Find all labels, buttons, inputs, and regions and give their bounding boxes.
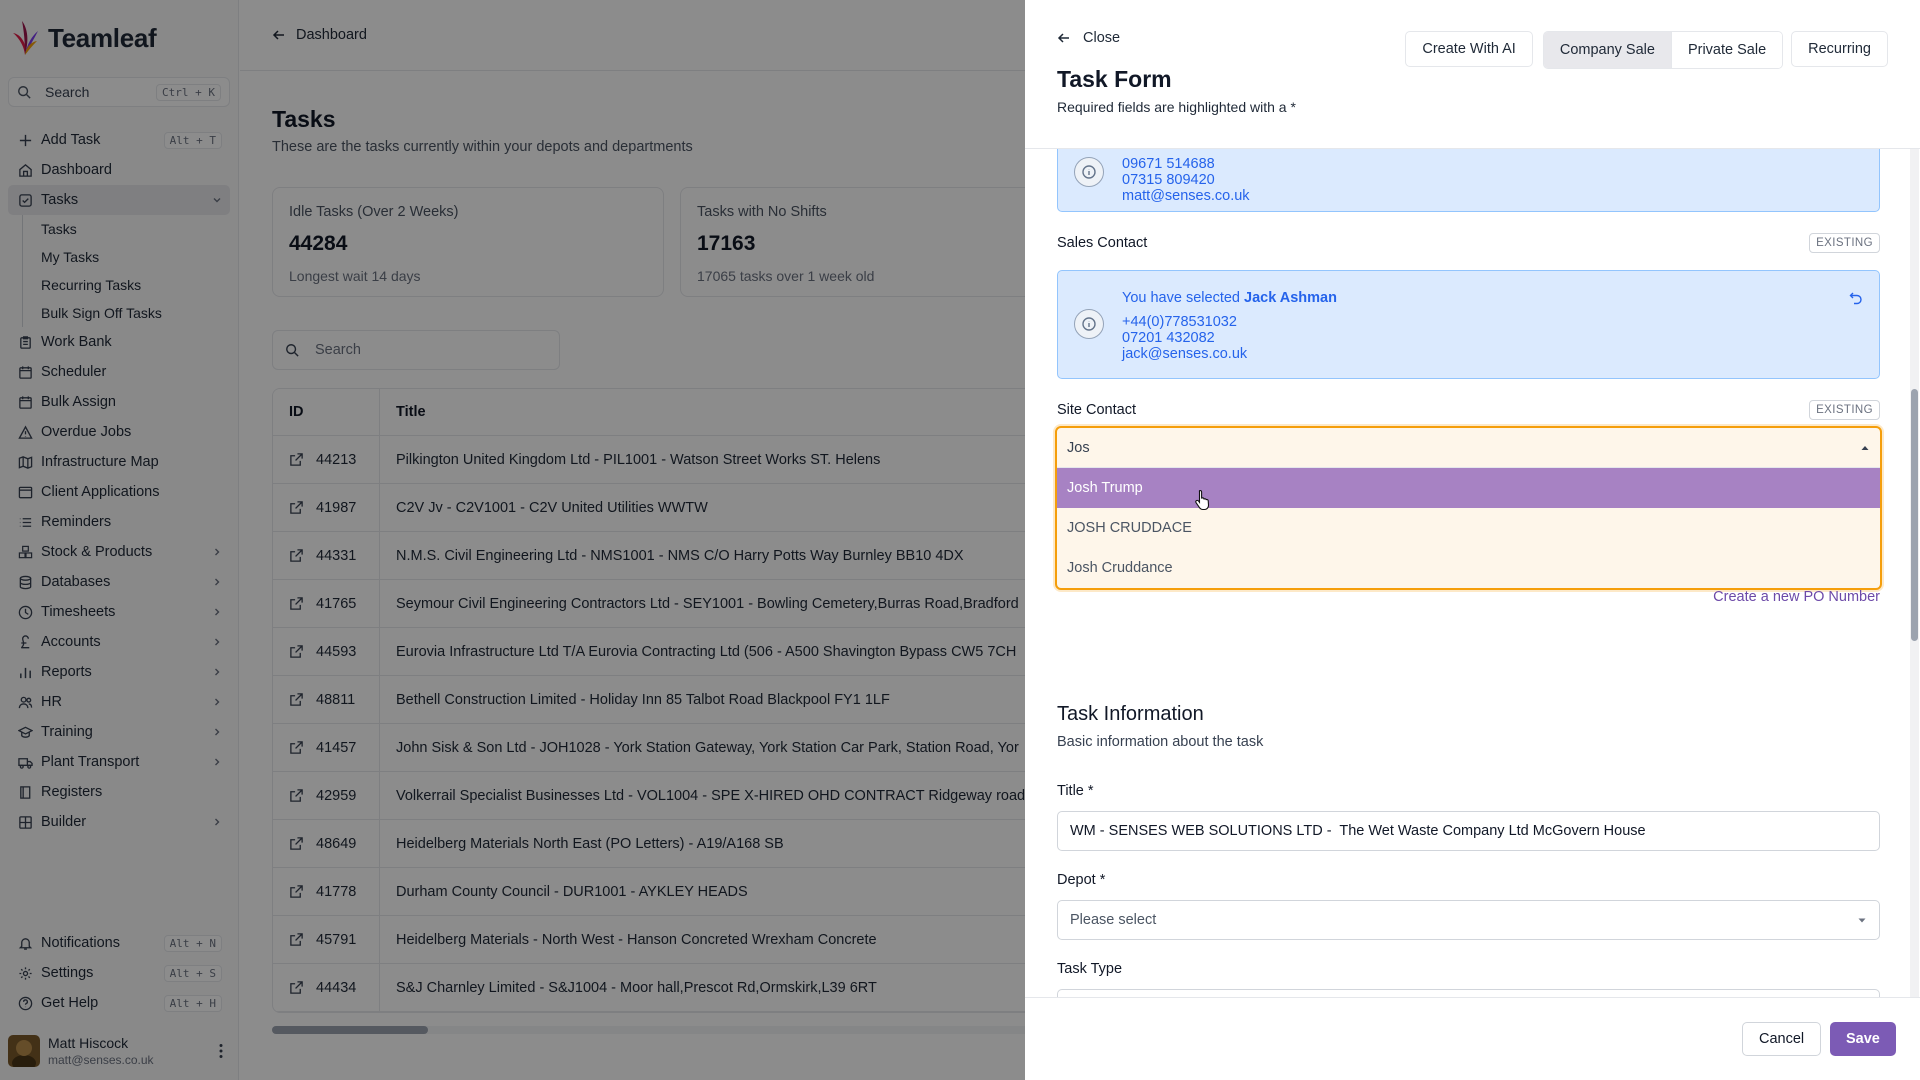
sales-contact-info: You have selected Jack Ashman +44(0)7785… bbox=[1057, 270, 1880, 379]
site-contact-combobox[interactable]: Jos Josh Trump JOSH CRUDDACE Josh Crudda… bbox=[1055, 426, 1882, 590]
task-information-subtitle: Basic information about the task bbox=[1057, 734, 1264, 750]
company-sale-button[interactable]: Company Sale bbox=[1543, 32, 1671, 68]
sale-type-toggle: Company Sale Private Sale bbox=[1542, 31, 1784, 69]
previous-contact-info: 09671 514688 07315 809420 matt@senses.co… bbox=[1057, 149, 1880, 212]
cancel-button[interactable]: Cancel bbox=[1742, 1022, 1822, 1056]
task-form-drawer: Close Task Form Required fields are high… bbox=[1025, 0, 1920, 1080]
recurring-button[interactable]: Recurring bbox=[1791, 31, 1888, 67]
form-mode-buttons: Create With AI Company Sale Private Sale… bbox=[1405, 31, 1888, 69]
info-icon bbox=[1074, 309, 1104, 339]
form-title: Task Form bbox=[1057, 66, 1172, 92]
selected-contact-line: You have selected Jack Ashman bbox=[1122, 290, 1337, 306]
close-button[interactable]: Close bbox=[1057, 30, 1120, 46]
existing-badge[interactable]: EXISTING bbox=[1809, 400, 1880, 420]
task-type-select[interactable] bbox=[1057, 989, 1880, 997]
scrollbar-thumb[interactable] bbox=[1911, 389, 1918, 641]
contact-phone-2: 07201 432082 bbox=[1122, 330, 1215, 346]
selected-contact-name: Jack Ashman bbox=[1244, 290, 1337, 306]
undo-icon[interactable] bbox=[1849, 291, 1863, 305]
save-button[interactable]: Save bbox=[1830, 1022, 1896, 1056]
private-sale-button[interactable]: Private Sale bbox=[1670, 32, 1783, 68]
contact-email: jack@senses.co.uk bbox=[1122, 346, 1248, 362]
caret-up-icon[interactable] bbox=[1860, 443, 1870, 453]
close-label: Close bbox=[1083, 30, 1121, 46]
create-with-ai-button[interactable]: Create With AI bbox=[1405, 31, 1533, 67]
depot-placeholder: Please select bbox=[1070, 912, 1157, 928]
title-label: Title * bbox=[1057, 783, 1094, 799]
contact-email: matt@senses.co.uk bbox=[1122, 188, 1250, 204]
task-information-heading: Task Information bbox=[1057, 703, 1204, 725]
title-input[interactable]: WM - SENSES WEB SOLUTIONS LTD - The Wet … bbox=[1057, 811, 1880, 851]
arrow-left-icon bbox=[1057, 33, 1069, 43]
drawer-footer: Cancel Save bbox=[1025, 997, 1920, 1080]
contact-phone-1: +44(0)778531032 bbox=[1122, 314, 1237, 330]
site-contact-input[interactable]: Jos bbox=[1057, 428, 1880, 468]
site-contact-label: Site Contact bbox=[1057, 402, 1136, 418]
contact-phone-1: 09671 514688 bbox=[1122, 156, 1215, 172]
drawer-vertical-scrollbar[interactable] bbox=[1910, 149, 1919, 997]
site-contact-option[interactable]: JOSH CRUDDACE bbox=[1057, 508, 1880, 548]
existing-badge[interactable]: EXISTING bbox=[1809, 233, 1880, 253]
title-input-value: WM - SENSES WEB SOLUTIONS LTD - The Wet … bbox=[1070, 823, 1646, 839]
depot-select[interactable]: Please select bbox=[1057, 900, 1880, 940]
modal-backdrop[interactable] bbox=[0, 0, 1025, 1080]
site-contact-option[interactable]: Josh Cruddance bbox=[1057, 548, 1880, 588]
drawer-body: 09671 514688 07315 809420 matt@senses.co… bbox=[1025, 149, 1920, 997]
site-contact-value: Jos bbox=[1067, 439, 1090, 456]
form-subtitle: Required fields are highlighted with a * bbox=[1057, 99, 1296, 115]
drawer-header: Close Task Form Required fields are high… bbox=[1025, 0, 1920, 149]
caret-down-icon bbox=[1858, 918, 1866, 923]
task-type-label: Task Type bbox=[1057, 961, 1123, 977]
depot-label: Depot * bbox=[1057, 872, 1106, 888]
contact-phone-2: 07315 809420 bbox=[1122, 172, 1215, 188]
hand-cursor-icon bbox=[1195, 489, 1210, 511]
sales-contact-label: Sales Contact bbox=[1057, 235, 1148, 251]
create-po-number-link[interactable]: Create a new PO Number bbox=[1713, 589, 1880, 605]
info-icon bbox=[1074, 157, 1104, 187]
selected-prefix: You have selected bbox=[1122, 290, 1240, 306]
site-contact-option[interactable]: Josh Trump bbox=[1057, 468, 1880, 508]
